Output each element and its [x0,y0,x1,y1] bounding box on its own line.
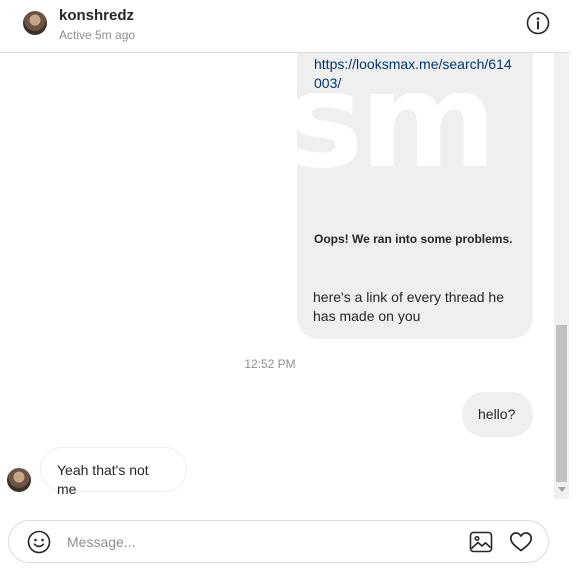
emoji-icon[interactable] [27,530,51,554]
avatar[interactable] [23,11,47,35]
message-thread[interactable]: https://looksmax.me/search/614003/ sm Oo… [0,53,570,499]
scroll-down-arrow-icon[interactable] [558,487,566,492]
link-url[interactable]: https://looksmax.me/search/614003/ [314,55,518,93]
thread-scrollbar[interactable] [554,53,569,499]
message-composer [8,520,549,563]
sent-message[interactable]: here's a link of every thread he has mad… [297,276,533,339]
link-preview-image[interactable]: sm [297,93,533,199]
chat-header: konshredz Active 5m ago [0,0,570,53]
image-icon[interactable] [469,530,493,554]
scrollbar-thumb[interactable] [556,325,567,482]
link-preview-error: Oops! We ran into some problems. [314,232,513,246]
received-message[interactable]: Yeah that's not me [40,447,187,497]
contact-name[interactable]: konshredz [59,7,134,24]
heart-icon[interactable] [509,530,533,554]
info-icon[interactable] [526,11,550,35]
contact-status: Active 5m ago [59,28,136,42]
sent-message[interactable]: hello? [462,392,533,437]
link-preview-logo-text: sm [297,93,497,198]
message-timestamp: 12:52 PM [244,357,296,371]
avatar[interactable] [7,468,31,492]
message-input[interactable] [67,531,447,553]
